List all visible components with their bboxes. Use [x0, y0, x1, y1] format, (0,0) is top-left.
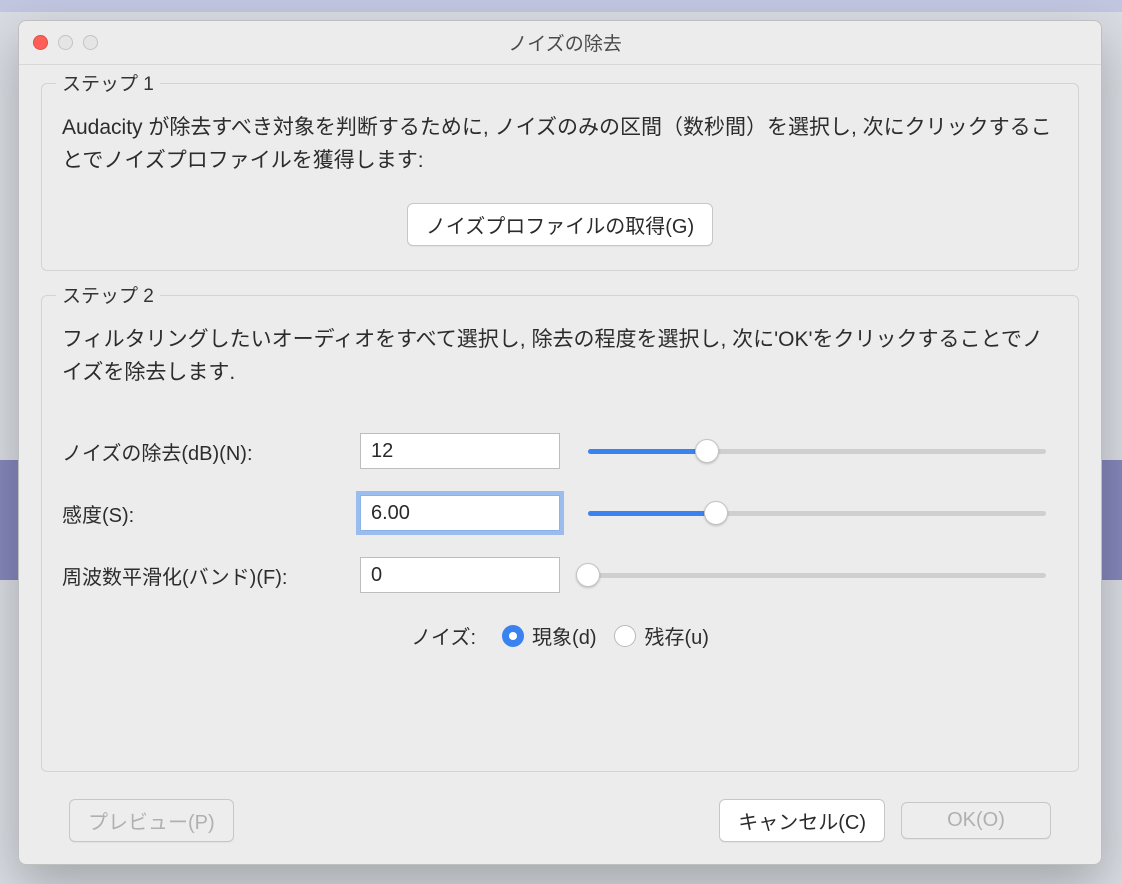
noise-mode-row: ノイズ: 現象(d) 残存(u) [62, 621, 1058, 650]
parameter-grid: ノイズの除去(dB)(N): 感度(S): 周波数平滑化(バンド [62, 433, 1058, 593]
sensitivity-input[interactable] [360, 495, 560, 531]
radio-unselected-icon [614, 625, 636, 647]
noise-mode-option-residue-label: 残存(u) [644, 621, 708, 650]
freq-smoothing-slider[interactable] [588, 564, 1058, 586]
radio-selected-icon [502, 625, 524, 647]
noise-mode-option-reduce[interactable]: 現象(d) [502, 621, 596, 650]
noise-mode-lead: ノイズ: [411, 621, 476, 650]
get-noise-profile-button[interactable]: ノイズプロファイルの取得(G) [407, 203, 713, 246]
step1-group: ステップ 1 Audacity が除去すべき対象を判断するために, ノイズのみの… [41, 83, 1079, 271]
step1-instructions: Audacity が除去すべき対象を判断するために, ノイズのみの区間（数秒間）… [62, 112, 1058, 177]
noise-reduction-input[interactable] [360, 433, 560, 469]
freq-smoothing-label: 周波数平滑化(バンド)(F): [62, 561, 342, 590]
titlebar: ノイズの除去 [19, 21, 1101, 65]
ok-button[interactable]: OK(O) [901, 802, 1051, 839]
step2-group: ステップ 2 フィルタリングしたいオーディオをすべて選択し, 除去の程度を選択し… [41, 295, 1079, 772]
step1-label: ステップ 1 [56, 69, 160, 96]
sensitivity-label: 感度(S): [62, 499, 342, 528]
dialog-window: ノイズの除去 ステップ 1 Audacity が除去すべき対象を判断するために,… [18, 20, 1102, 865]
noise-mode-option-residue[interactable]: 残存(u) [614, 621, 708, 650]
sensitivity-slider[interactable] [588, 502, 1058, 524]
dialog-footer: プレビュー(P) キャンセル(C) OK(O) [41, 796, 1079, 844]
step2-instructions: フィルタリングしたいオーディオをすべて選択し, 除去の程度を選択し, 次に'OK… [62, 324, 1058, 389]
noise-mode-option-reduce-label: 現象(d) [532, 621, 596, 650]
noise-reduction-slider[interactable] [588, 440, 1058, 462]
preview-button[interactable]: プレビュー(P) [69, 799, 234, 842]
cancel-button[interactable]: キャンセル(C) [719, 799, 885, 842]
step2-label: ステップ 2 [56, 281, 160, 308]
noise-reduction-label: ノイズの除去(dB)(N): [62, 437, 342, 466]
dialog-content: ステップ 1 Audacity が除去すべき対象を判断するために, ノイズのみの… [19, 65, 1101, 864]
window-title: ノイズの除去 [43, 29, 1087, 56]
freq-smoothing-input[interactable] [360, 557, 560, 593]
